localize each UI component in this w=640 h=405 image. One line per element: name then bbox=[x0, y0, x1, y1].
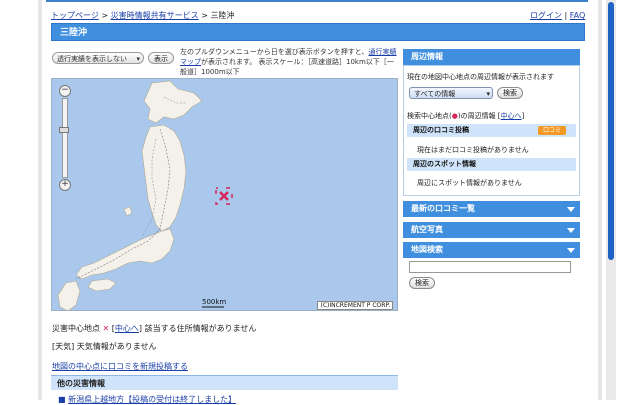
map-search-header[interactable]: 地図検索 bbox=[403, 242, 580, 258]
aerial-photo-header[interactable]: 航空写真 bbox=[403, 222, 580, 238]
chevron-down-icon: ▾ bbox=[136, 55, 140, 63]
aerial-photo-label: 航空写真 bbox=[411, 225, 443, 234]
breadcrumb-home-link[interactable]: トップページ bbox=[51, 11, 99, 20]
weather-text: 天気情報がありません bbox=[76, 342, 157, 351]
center-link[interactable]: 中心へ bbox=[115, 324, 139, 333]
overlay-help-text: 左のプルダウンメニューから日を選び表示ボタンを押すと、通行実績マップが表示されま… bbox=[180, 47, 398, 77]
sidebar-center-link[interactable]: 中心へ bbox=[501, 112, 522, 120]
faq-link[interactable]: FAQ bbox=[570, 11, 586, 20]
disaster-center-label: 災害中心地点 bbox=[52, 324, 100, 333]
page-title: 三陸沖 bbox=[51, 23, 585, 41]
other-disasters-title: 他の災害情報 bbox=[51, 375, 398, 390]
traffic-overlay-select-value: 透行実績を表示しない bbox=[57, 55, 127, 63]
chevron-down-icon bbox=[567, 248, 575, 253]
map-copyright: (C)INCREMENT P CORP. bbox=[317, 301, 393, 310]
disaster-center-icon bbox=[215, 187, 233, 205]
disaster-center-info: 災害中心地点 ✕ [中心へ] 該当する住所情報がありません bbox=[52, 324, 257, 333]
breadcrumb-separator: > bbox=[101, 11, 109, 20]
zoom-slider-handle[interactable] bbox=[59, 127, 69, 133]
latest-reviews-header[interactable]: 最新の口コミ一覧 bbox=[403, 201, 580, 217]
chevron-down-icon bbox=[567, 207, 575, 212]
info-filter-select-value: すべての情報 bbox=[414, 90, 456, 98]
chevron-down-icon bbox=[567, 228, 575, 233]
search-center-suffix: )の周辺情報 [ bbox=[457, 112, 501, 120]
weather-label: [天気] bbox=[52, 342, 75, 351]
zoom-out-button[interactable]: − bbox=[59, 85, 71, 97]
login-link[interactable]: ログイン bbox=[530, 11, 562, 20]
search-center-prefix: 検索中心地点( bbox=[407, 112, 452, 120]
search-center-close: ] bbox=[521, 112, 525, 120]
weather-info: [天気] 天気情報がありません bbox=[52, 341, 157, 352]
no-address-text: 該当する住所情報がありません bbox=[144, 324, 257, 333]
nearby-spots-header: 周辺のスポット情報 bbox=[407, 158, 576, 171]
latest-reviews-label: 最新の口コミ一覧 bbox=[411, 204, 475, 213]
breadcrumb-current: 三陸沖 bbox=[210, 11, 235, 20]
post-review-link[interactable]: 地図の中心点に口コミを新規投稿する bbox=[52, 361, 188, 372]
show-button[interactable]: 表示 bbox=[148, 52, 174, 64]
top-links-separator: | bbox=[564, 11, 568, 20]
scrollbar-thumb[interactable] bbox=[608, 2, 614, 260]
nearby-search-button[interactable]: 検索 bbox=[497, 87, 523, 99]
map-search-label: 地図検索 bbox=[411, 245, 443, 254]
window-frame-left bbox=[38, 0, 42, 400]
chevron-down-icon: ▾ bbox=[486, 90, 490, 98]
zoom-slider-track[interactable] bbox=[59, 98, 69, 178]
nearby-info-description: 現在の地図中心地点の周辺情報が表示されます bbox=[407, 73, 554, 81]
spots-empty-text: 周辺にスポット情報がありません bbox=[417, 179, 522, 187]
search-center-text: 検索中心地点(●)の周辺情報 [中心へ] bbox=[407, 111, 524, 121]
map-search-button[interactable]: 検索 bbox=[409, 277, 435, 289]
zoom-in-button[interactable]: + bbox=[59, 179, 71, 191]
reviews-empty-text: 現在はまだ口コミ投稿がありません bbox=[417, 146, 529, 154]
window-frame-right bbox=[598, 0, 602, 400]
zoom-control: − + bbox=[59, 85, 71, 191]
top-links: ログイン | FAQ bbox=[530, 10, 585, 21]
breadcrumb: トップページ > 災害時情報共有サービス > 三陸沖 bbox=[51, 10, 351, 21]
traffic-overlay-select[interactable]: 透行実績を表示しない ▾ bbox=[52, 52, 144, 64]
header-rule bbox=[46, 0, 588, 2]
breadcrumb-service-link[interactable]: 災害時情報共有サービス bbox=[111, 11, 199, 20]
help-text-part: が表示されます。 表示スケール：［高速道路］10km以下［一般道］1000m以下 bbox=[180, 58, 394, 76]
map-search-input[interactable] bbox=[409, 261, 571, 273]
disaster-center-icon: ✕ bbox=[102, 324, 110, 333]
help-text-part: 左のプルダウンメニューから日を選び表示ボタンを押すと、 bbox=[180, 48, 369, 56]
map-view[interactable]: − + 500km (C)INCREMENT P CORP. bbox=[51, 78, 398, 311]
reviews-rss-badge[interactable]: 口コミRSS bbox=[538, 126, 566, 143]
info-filter-select[interactable]: すべての情報 ▾ bbox=[409, 87, 493, 99]
breadcrumb-separator: > bbox=[201, 11, 208, 20]
nearby-info-header: 周辺情報 bbox=[403, 49, 580, 65]
map-scale-label: 500km bbox=[202, 298, 227, 306]
